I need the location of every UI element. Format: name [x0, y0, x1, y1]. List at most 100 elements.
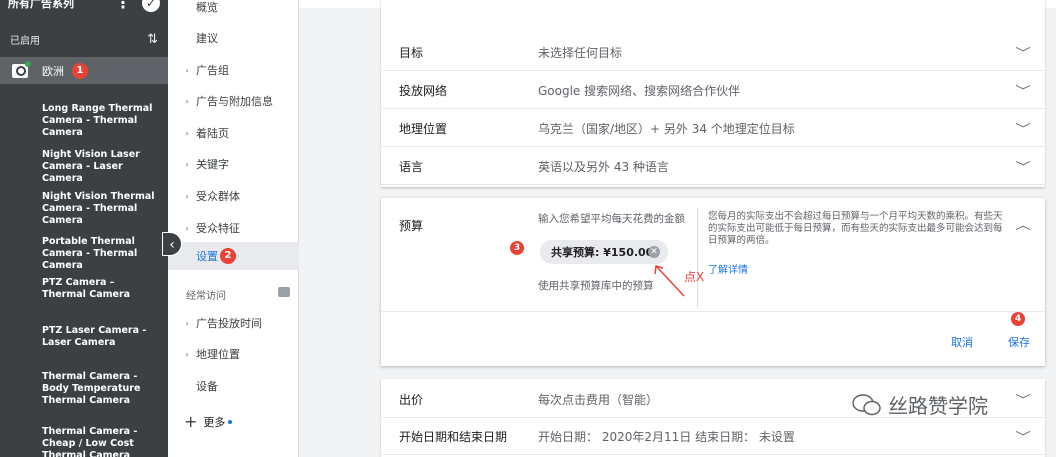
nav-item[interactable]: › 广告组 [168, 60, 299, 80]
new-dot-icon [228, 419, 233, 424]
budget-prompt: 输入您希望平均每天花费的金额 [538, 213, 685, 225]
expand-arrow-icon: › [185, 318, 189, 328]
chevron-down-icon[interactable]: ﹀ [1015, 44, 1031, 61]
more-label: 更多 [203, 415, 226, 429]
settings-row[interactable]: 目标 未选择任何目标 ﹀ [381, 35, 1045, 71]
nav-item[interactable]: 概览 [168, 0, 299, 17]
settings-row-label: 目标 [399, 46, 424, 60]
chevron-up-icon[interactable]: ︿ [1015, 216, 1031, 233]
settings-card-top: 目标 未选择任何目标 ﹀ 投放网络 Google 搜索网络、搜索网络合作伙伴 ﹀ 地理位置 乌… [381, 0, 1045, 187]
settings-row-value: 开始日期： 2020年2月11日 结束日期： 未设置 [538, 430, 795, 444]
expand-arrow-icon: › [185, 349, 189, 359]
expand-arrow-icon: › [185, 65, 189, 75]
settings-row-label: 投放网络 [399, 84, 448, 98]
shared-budget-note[interactable]: 使用共享预算库中的预算 [538, 278, 654, 293]
settings-row[interactable]: 地理位置 乌克兰（国家/地区）+ 另外 34 个地理定位目标 ﹀ [381, 111, 1045, 147]
expand-arrow-icon: › [185, 96, 189, 106]
frequent-section-header: 经常访问 [186, 287, 290, 302]
nav-item-label: 建议 [196, 32, 218, 45]
nav-item[interactable]: › 广告投放时间 [168, 313, 299, 333]
chevron-down-icon[interactable]: ﹀ [1015, 391, 1031, 408]
nav-item[interactable]: 设备 [168, 376, 299, 396]
nav-item-label: 地理位置 [196, 348, 240, 361]
nav-item-settings[interactable]: 设置 2 [168, 242, 299, 270]
filter-label[interactable]: 已启用 [10, 32, 40, 47]
nav-item[interactable]: › 广告与附加信息 [168, 91, 299, 111]
feedback-icon[interactable] [278, 287, 290, 297]
settings-row-label: 地理位置 [399, 122, 448, 136]
settings-row[interactable]: 投放网络 Google 搜索网络、搜索网络合作伙伴 ﹀ [381, 73, 1045, 109]
settings-row-label: 语言 [399, 160, 424, 174]
nav-item-label: 概览 [196, 1, 218, 14]
remove-chip-icon[interactable]: ✕ [648, 246, 660, 258]
shared-budget-chip-label: 共享预算: ¥150.00 [551, 246, 654, 259]
settings-row[interactable]: 开始日期和结束日期 开始日期： 2020年2月11日 结束日期： 未设置 ﹀ [381, 419, 1045, 455]
nav-item-label: 设备 [196, 380, 218, 393]
frequent-section-label: 经常访问 [186, 291, 226, 302]
settings-row-label: 出价 [399, 393, 424, 407]
nav-item[interactable]: › 受众特征 [168, 218, 299, 238]
shared-budget-chip[interactable]: 共享预算: ¥150.00 ✕ [540, 240, 668, 264]
budget-divider [697, 208, 698, 308]
campaign-filter: 已启用 ⇅ [0, 22, 168, 58]
more-nav-button[interactable]: + 更多 [184, 412, 233, 431]
nav-item-label: 广告投放时间 [196, 317, 262, 330]
settings-row-value: Google 搜索网络、搜索网络合作伙伴 [538, 84, 741, 98]
save-button[interactable]: 保存 [1008, 334, 1030, 350]
chevron-down-icon[interactable]: ﹀ [1015, 82, 1031, 99]
search-campaign-icon [12, 61, 31, 78]
nav-item-label: 设置 [196, 250, 218, 263]
nav-item[interactable]: › 着陆页 [168, 123, 299, 143]
watermark-text: 丝路赞学院 [888, 394, 988, 418]
budget-panel: 预算 输入您希望平均每天花费的金额 共享预算: ¥150.00 ✕ 使用共享预算… [381, 198, 1045, 366]
settings-row-value: 未选择任何目标 [538, 46, 623, 60]
nav-item[interactable]: › 地理位置 [168, 344, 299, 364]
budget-label: 预算 [399, 219, 424, 233]
expand-arrow-icon: › [185, 128, 189, 138]
plus-icon: + [184, 412, 198, 431]
settings-row-label: 开始日期和结束日期 [399, 430, 508, 444]
wechat-logo-icon [852, 393, 881, 415]
nav-item-label: 广告组 [196, 64, 229, 77]
sort-icon[interactable]: ⇅ [147, 32, 158, 47]
nav-item-label: 关键字 [196, 158, 229, 171]
campaign-item[interactable]: Thermal Camera - Body Temperature Therma… [0, 362, 168, 415]
nav-item[interactable]: › 受众群体 [168, 186, 299, 206]
settings-row-value: 英语以及另外 43 种语言 [538, 160, 669, 174]
click-x-annotation: 点X [684, 270, 705, 284]
step-3-marker: 3 [510, 241, 524, 255]
campaign-item[interactable]: PTZ Camera – Thermal Camera [0, 268, 168, 309]
settings-row-value: 每次点击费用（智能） [538, 393, 659, 407]
budget-footer-divider [381, 311, 1045, 312]
campaign-item[interactable]: PTZ Laser Camera - Laser Camera [0, 316, 168, 357]
expand-arrow-icon: › [185, 223, 189, 233]
campaign-sidebar-header: 所有广告系列 ⋮ ✓ [0, 0, 168, 22]
nav-item-label: 受众群体 [196, 190, 240, 203]
cancel-button[interactable]: 取消 [951, 334, 973, 350]
page-nav: 概览 建议 › 广告组 › 广告与附加信息 › 着陆页 › 关键字 › 受众群体 › 受众特征 设置 2 经常访… [168, 0, 299, 457]
settings-row[interactable]: 语言 英语以及另外 43 种语言 ﹀ [381, 149, 1045, 185]
selected-campaign[interactable]: 欧洲 1 [0, 58, 168, 84]
more-options-icon[interactable]: ⋮ [115, 0, 131, 12]
campaign-item[interactable]: Thermal Camera - Cheap / Low Cost Therma… [0, 417, 168, 457]
watermark: 丝路赞学院 [852, 390, 988, 419]
settings-row-value: 乌克兰（国家/地区）+ 另外 34 个地理定位目标 [538, 122, 795, 136]
nav-item[interactable]: 建议 [168, 28, 299, 48]
selected-campaign-label: 欧洲 [42, 65, 64, 78]
nav-item-label: 着陆页 [196, 127, 229, 140]
campaign-sidebar: 所有广告系列 ⋮ ✓ 已启用 ⇅ 欧洲 1 Long Range Thermal… [0, 0, 168, 457]
nav-item-label: 广告与附加信息 [196, 95, 273, 108]
expand-arrow-icon: › [185, 191, 189, 201]
chevron-down-icon[interactable]: ﹀ [1015, 120, 1031, 137]
learn-more-link[interactable]: 了解详情 [708, 261, 748, 276]
nav-item-label: 受众特征 [196, 222, 240, 235]
check-icon[interactable]: ✓ [142, 0, 160, 12]
chevron-down-icon[interactable]: ﹀ [1015, 428, 1031, 445]
step-2-marker: 2 [220, 248, 236, 264]
chevron-down-icon[interactable]: ﹀ [1015, 158, 1031, 175]
campaign-sidebar-title[interactable]: 所有广告系列 [8, 0, 74, 11]
step-1-marker: 1 [72, 63, 88, 79]
step-4-marker: 4 [1011, 312, 1025, 326]
budget-help-text: 您每月的实际支出不会超过每日预算与一个月平均天数的乘积。有些天的实际支出可能低于… [708, 211, 1003, 246]
nav-item[interactable]: › 关键字 [168, 154, 299, 174]
